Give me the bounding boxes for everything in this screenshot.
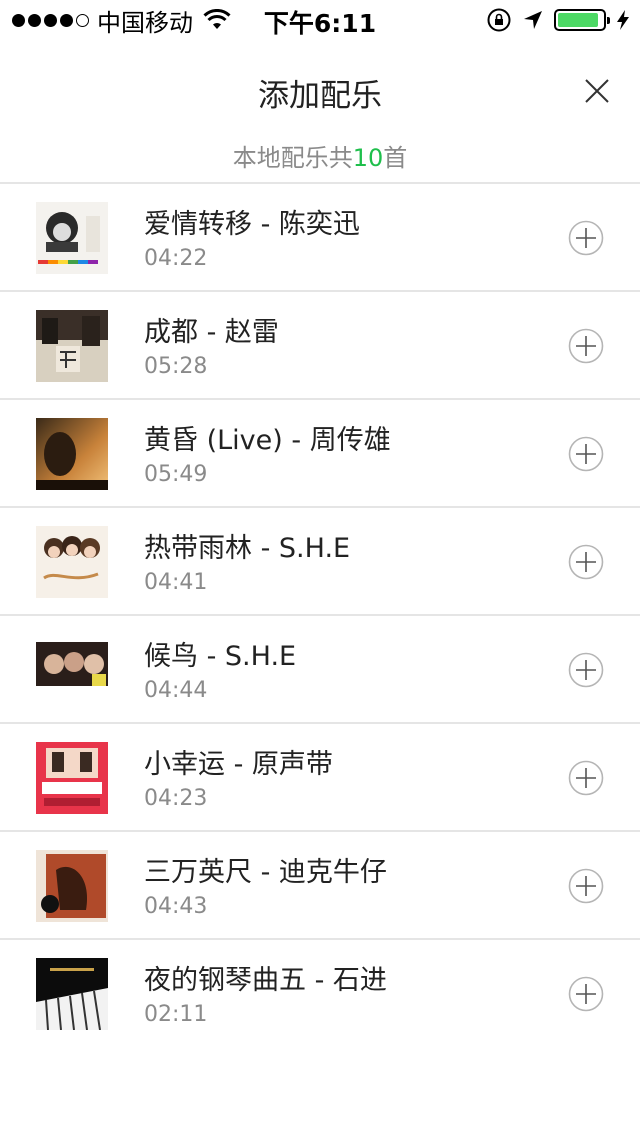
plus-circle-icon[interactable] bbox=[568, 652, 604, 688]
plus-circle-icon[interactable] bbox=[568, 760, 604, 796]
song-row[interactable]: 三万英尺 - 迪克牛仔 04:43 bbox=[0, 832, 640, 940]
plus-circle-icon[interactable] bbox=[568, 544, 604, 580]
page-title: 添加配乐 bbox=[258, 78, 382, 114]
song-title: 夜的钢琴曲五 - 石进 bbox=[144, 965, 387, 996]
orientation-lock-icon bbox=[487, 8, 511, 32]
song-title: 三万英尺 - 迪克牛仔 bbox=[144, 857, 387, 888]
song-duration: 04:43 bbox=[144, 894, 208, 919]
song-title: 小幸运 - 原声带 bbox=[144, 749, 333, 780]
song-title: 爱情转移 - 陈奕迅 bbox=[144, 209, 360, 240]
song-title: 黄昏 (Live) - 周传雄 bbox=[144, 425, 391, 456]
song-row[interactable]: 热带雨林 - S.H.E 04:41 bbox=[0, 508, 640, 616]
song-duration: 04:23 bbox=[144, 786, 208, 811]
status-bar: 中国移动 下午6:11 bbox=[0, 0, 640, 40]
battery-icon bbox=[554, 9, 610, 31]
album-cover-image bbox=[36, 634, 108, 706]
song-row[interactable]: 候鸟 - S.H.E 04:44 bbox=[0, 616, 640, 724]
song-duration: 05:49 bbox=[144, 462, 208, 487]
song-row[interactable]: 成都 - 赵雷 05:28 bbox=[0, 292, 640, 400]
page-header: 添加配乐 本地配乐共10首 bbox=[0, 40, 640, 172]
album-cover-image bbox=[36, 526, 108, 598]
plus-circle-icon[interactable] bbox=[568, 868, 604, 904]
status-right bbox=[486, 6, 630, 34]
subtitle-prefix: 本地配乐共 bbox=[232, 144, 353, 172]
song-row[interactable]: 黄昏 (Live) - 周传雄 05:49 bbox=[0, 400, 640, 508]
album-cover-image bbox=[36, 310, 108, 382]
song-list: 爱情转移 - 陈奕迅 04:22 成都 - 赵雷 05:28 黄昏 (Live)… bbox=[0, 184, 640, 1048]
song-row[interactable]: 小幸运 - 原声带 04:23 bbox=[0, 724, 640, 832]
location-arrow-icon bbox=[524, 11, 542, 29]
plus-circle-icon[interactable] bbox=[568, 436, 604, 472]
song-duration: 04:44 bbox=[144, 678, 208, 703]
song-title: 候鸟 - S.H.E bbox=[144, 641, 297, 672]
plus-circle-icon[interactable] bbox=[568, 220, 604, 256]
subtitle-suffix: 首 bbox=[383, 144, 408, 172]
song-duration: 04:41 bbox=[144, 570, 208, 595]
song-title: 成都 - 赵雷 bbox=[144, 317, 279, 348]
close-icon[interactable] bbox=[582, 76, 612, 106]
plus-circle-icon[interactable] bbox=[568, 976, 604, 1012]
song-duration: 05:28 bbox=[144, 354, 208, 379]
music-count: 10 bbox=[352, 144, 384, 172]
music-count-subtitle: 本地配乐共10首 bbox=[0, 138, 640, 173]
song-row[interactable]: 夜的钢琴曲五 - 石进 02:11 bbox=[0, 940, 640, 1048]
album-cover-image bbox=[36, 742, 108, 814]
album-cover-image bbox=[36, 958, 108, 1030]
song-duration: 02:11 bbox=[144, 1002, 208, 1027]
song-duration: 04:22 bbox=[144, 246, 208, 271]
plus-circle-icon[interactable] bbox=[568, 328, 604, 364]
charging-bolt-icon bbox=[617, 10, 629, 30]
album-cover-image bbox=[36, 202, 108, 274]
song-row[interactable]: 爱情转移 - 陈奕迅 04:22 bbox=[0, 184, 640, 292]
song-title: 热带雨林 - S.H.E bbox=[144, 533, 351, 564]
album-cover-image bbox=[36, 850, 108, 922]
album-cover-image bbox=[36, 418, 108, 490]
